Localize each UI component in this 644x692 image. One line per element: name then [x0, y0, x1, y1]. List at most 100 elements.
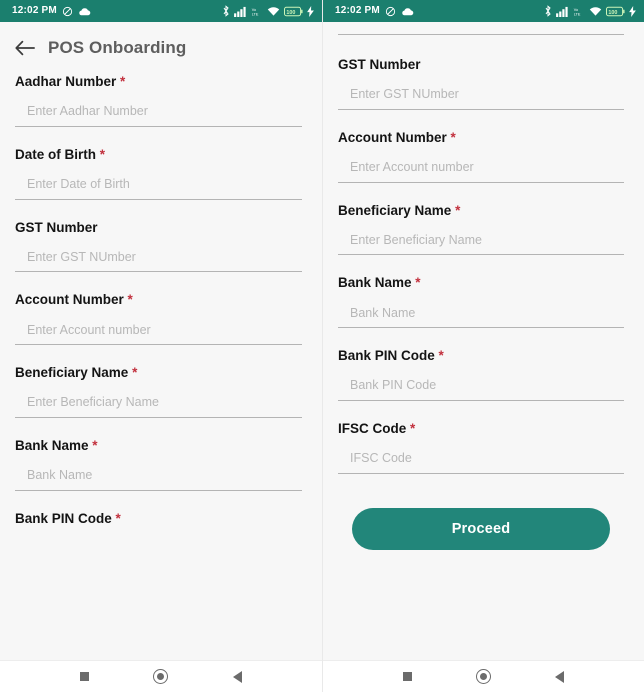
field-gst-number: GST Number Enter GST NUmber: [338, 57, 624, 110]
field-label-bank-pin-code: Bank PIN Code *: [338, 348, 624, 364]
field-label-bank-pin-code: Bank PIN Code *: [15, 511, 302, 527]
circle-icon: [475, 669, 491, 684]
bluetooth-icon: [544, 5, 552, 17]
volte-icon: Vo LTE: [573, 6, 585, 17]
home-button[interactable]: [468, 662, 498, 692]
placeholder-account-number: Enter Account number: [350, 160, 474, 174]
app-bar: POS Onboarding: [0, 22, 322, 74]
phone-screen-left: 12:02 PM Vo LTE 100 POS Onboarding Aadha…: [0, 0, 322, 692]
field-bank-pin-code: Bank PIN Code * Bank PIN Code: [338, 348, 624, 402]
required-asterisk: *: [411, 275, 421, 291]
battery-icon: 100: [606, 6, 625, 17]
wifi-icon: [267, 6, 280, 17]
volte-icon: Vo LTE: [251, 6, 263, 17]
charging-bolt-icon: [629, 5, 636, 17]
placeholder-bank-name: Bank Name: [350, 305, 416, 320]
field-account-number: Account Number * Enter Account number: [338, 130, 624, 183]
circle-icon: [153, 669, 169, 684]
placeholder-ifsc-code: IFSC Code: [350, 451, 412, 466]
field-label-beneficiary-name: Beneficiary Name *: [15, 365, 302, 381]
field-date-of-birth: Date of Birth * Enter Date of Birth: [15, 147, 302, 200]
field-label-gst-number: GST Number: [338, 57, 624, 73]
placeholder-gst-number: Enter GST NUmber: [350, 87, 459, 102]
required-asterisk: *: [434, 348, 444, 364]
back-arrow-icon[interactable]: [14, 37, 36, 59]
status-bar-left: 12:02 PM: [12, 6, 91, 17]
battery-level-text: 100: [286, 9, 295, 15]
label-text: Date of Birth: [15, 146, 96, 162]
required-asterisk: *: [123, 292, 133, 308]
input-bank-pin-code[interactable]: Bank PIN Code: [338, 378, 624, 402]
triangle-left-icon: [233, 670, 243, 683]
field-label-date-of-birth: Date of Birth *: [15, 147, 302, 163]
required-asterisk: *: [96, 146, 106, 162]
label-text: Account Number: [338, 129, 447, 145]
field-ifsc-code: IFSC Code * IFSC Code: [338, 421, 624, 474]
field-label-beneficiary-name: Beneficiary Name *: [338, 203, 624, 219]
field-gst-number: GST Number Enter GST NUmber: [15, 220, 302, 273]
status-bar-clock: 12:02 PM: [335, 5, 380, 16]
required-asterisk: *: [406, 421, 416, 437]
placeholder-beneficiary-name: Enter Beneficiary Name: [350, 232, 483, 247]
battery-icon: 100: [284, 6, 303, 17]
proceed-button[interactable]: Proceed: [352, 507, 610, 550]
clipped-field-underline: [338, 34, 624, 35]
required-asterisk: *: [116, 74, 126, 89]
wifi-icon: [589, 6, 602, 17]
recents-button[interactable]: [69, 662, 99, 692]
status-bar: 12:02 PM Vo LTE 100: [0, 0, 322, 22]
field-account-number: Account Number * Enter Account number: [15, 292, 302, 346]
input-account-number[interactable]: Enter Account number: [338, 160, 624, 183]
input-beneficiary-name[interactable]: Enter Beneficiary Name: [15, 395, 302, 419]
placeholder-bank-pin-code: Bank PIN Code: [350, 378, 437, 393]
back-button[interactable]: [545, 662, 575, 692]
input-date-of-birth[interactable]: Enter Date of Birth: [15, 177, 302, 200]
battery-level-text: 100: [608, 9, 617, 15]
placeholder-gst-number: Enter GST NUmber: [27, 249, 136, 264]
field-label-account-number: Account Number *: [338, 130, 624, 146]
input-gst-number[interactable]: Enter GST NUmber: [338, 87, 624, 110]
svg-text:LTE: LTE: [574, 12, 581, 16]
input-bank-name[interactable]: Bank Name: [15, 468, 302, 491]
field-aadhar-number: Aadhar Number * Enter Aadhar Number: [15, 74, 302, 127]
input-bank-name[interactable]: Bank Name: [338, 306, 624, 329]
onboarding-form-left: Aadhar Number * Enter Aadhar Number Date o…: [0, 74, 322, 660]
signal-bars-icon: [234, 6, 247, 17]
charging-bolt-icon: [307, 5, 314, 17]
label-text: Beneficiary Name: [15, 365, 129, 381]
label-text: Bank PIN Code: [15, 510, 112, 526]
recents-button[interactable]: [392, 662, 422, 692]
label-text: Bank Name: [15, 438, 89, 454]
label-text: Account Number: [15, 292, 124, 308]
status-bar-left: 12:02 PM: [335, 6, 414, 17]
required-asterisk: *: [451, 202, 461, 218]
label-text: IFSC Code: [338, 421, 407, 437]
field-beneficiary-name: Beneficiary Name * Enter Beneficiary Name: [15, 365, 302, 419]
required-asterisk: *: [88, 438, 98, 454]
home-button[interactable]: [146, 662, 176, 692]
field-label-aadhar-number: Aadhar Number *: [15, 74, 302, 90]
label-text: Beneficiary Name: [338, 202, 452, 218]
signal-bars-icon: [556, 6, 569, 17]
field-label-bank-name: Bank Name *: [338, 275, 624, 291]
label-text: Aadhar Number: [15, 74, 117, 89]
field-label-gst-number: GST Number: [15, 220, 302, 236]
input-account-number[interactable]: Enter Account number: [15, 323, 302, 346]
label-text: Bank PIN Code: [338, 348, 435, 364]
input-ifsc-code[interactable]: IFSC Code: [338, 451, 624, 474]
status-bar-clock: 12:02 PM: [12, 5, 57, 16]
placeholder-bank-name: Bank Name: [27, 468, 93, 483]
placeholder-date-of-birth: Enter Date of Birth: [27, 177, 130, 191]
input-aadhar-number[interactable]: Enter Aadhar Number: [15, 104, 302, 127]
input-gst-number[interactable]: Enter GST NUmber: [15, 250, 302, 273]
label-text: Bank Name: [338, 275, 412, 291]
input-beneficiary-name[interactable]: Enter Beneficiary Name: [338, 233, 624, 256]
proceed-button-container: Proceed: [338, 494, 624, 550]
placeholder-account-number: Enter Account number: [27, 322, 151, 337]
back-button[interactable]: [223, 662, 253, 692]
dnd-icon: [62, 6, 73, 17]
android-nav-bar-left: [0, 660, 322, 692]
field-label-ifsc-code: IFSC Code *: [338, 421, 624, 437]
required-asterisk: *: [111, 510, 121, 526]
field-bank-name: Bank Name * Bank Name: [338, 275, 624, 329]
